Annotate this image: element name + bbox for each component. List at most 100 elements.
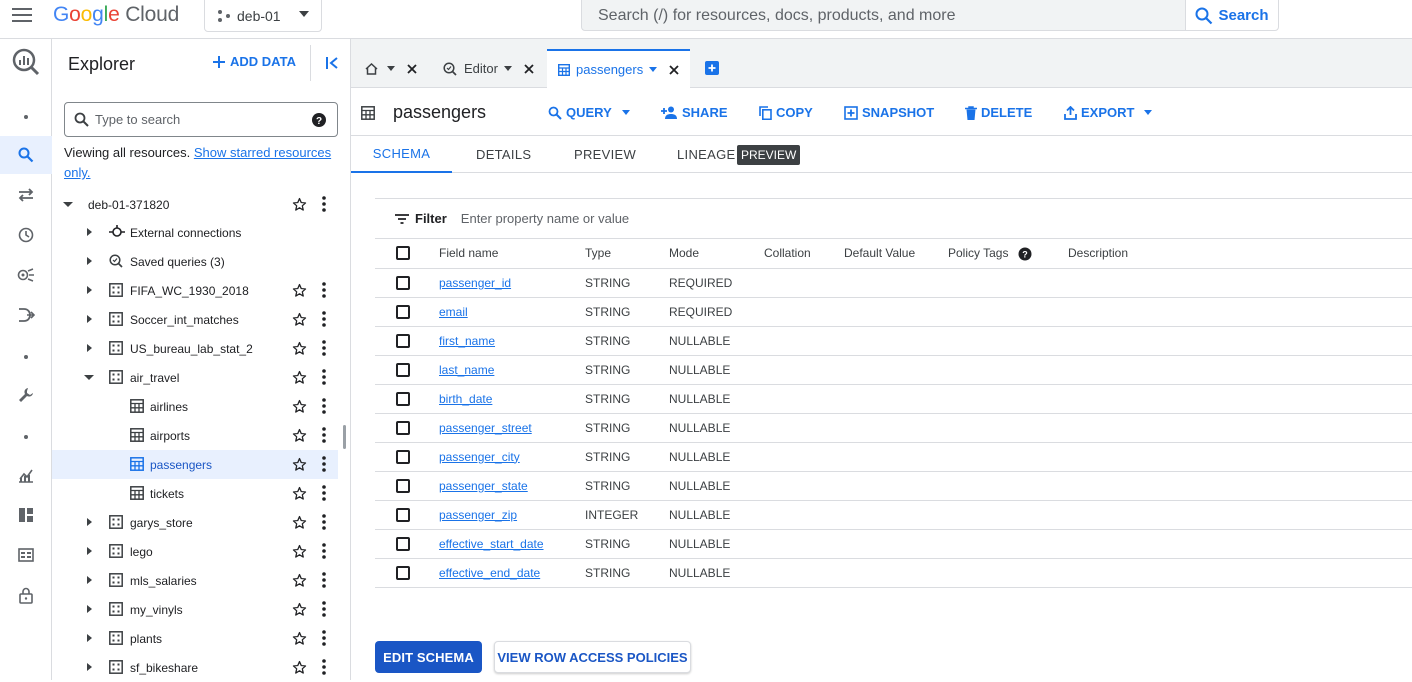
search-icon[interactable] (0, 136, 52, 174)
scheduled-queries-icon[interactable] (0, 216, 52, 254)
row-checkbox[interactable] (396, 507, 410, 522)
caret-right-icon[interactable] (82, 544, 96, 558)
tab-details[interactable]: DETAILS (476, 136, 531, 173)
tree-item-garys-store[interactable]: garys_store (52, 508, 338, 537)
collapse-panel-icon[interactable] (310, 45, 340, 81)
field-name-link[interactable]: birth_date (439, 392, 492, 406)
star-icon[interactable] (292, 486, 307, 501)
field-name-link[interactable]: passenger_zip (439, 508, 517, 522)
more-actions-icon[interactable] (322, 456, 326, 472)
tab-home[interactable] (351, 49, 431, 88)
filter-bar[interactable]: Filter Enter property name or value (375, 198, 1412, 239)
tree-item-air-travel[interactable]: air_travel (52, 363, 338, 392)
export-button[interactable]: EXPORT (1064, 105, 1153, 120)
star-icon[interactable] (292, 370, 307, 385)
field-name-link[interactable]: effective_end_date (439, 566, 540, 580)
column-header[interactable]: Mode (669, 239, 764, 269)
tree-item-external-connections[interactable]: External connections (52, 218, 338, 247)
tree-item-lego[interactable]: lego (52, 537, 338, 566)
help-icon[interactable]: ? (311, 112, 327, 128)
caret-down-icon[interactable] (82, 370, 96, 384)
tab-preview[interactable]: PREVIEW (574, 136, 636, 173)
column-header[interactable]: Collation (764, 239, 844, 269)
star-icon[interactable] (292, 283, 307, 298)
row-checkbox[interactable] (396, 449, 410, 464)
more-actions-icon[interactable] (322, 630, 326, 646)
more-actions-icon[interactable] (322, 369, 326, 385)
add-tab-icon[interactable] (705, 61, 719, 75)
star-icon[interactable] (292, 399, 307, 414)
close-icon[interactable] (524, 63, 534, 74)
monitoring-icon[interactable] (0, 456, 52, 494)
add-data-button[interactable]: ADD DATA (212, 54, 296, 69)
row-checkbox[interactable] (396, 565, 410, 580)
more-actions-icon[interactable] (322, 572, 326, 588)
dataform-icon[interactable] (0, 296, 52, 334)
field-name-link[interactable]: passenger_city (439, 450, 520, 464)
column-header[interactable]: Type (585, 239, 669, 269)
google-cloud-logo[interactable]: Google Cloud (53, 3, 179, 27)
row-checkbox[interactable] (396, 362, 410, 377)
view-row-access-policies-button[interactable]: VIEW ROW ACCESS POLICIES (494, 641, 691, 673)
dashboard-icon[interactable] (0, 496, 52, 534)
star-icon[interactable] (292, 341, 307, 356)
caret-right-icon[interactable] (82, 283, 96, 297)
tree-item-deb-01-371820[interactable]: deb-01-371820 (52, 190, 338, 218)
star-icon[interactable] (292, 631, 307, 646)
tree-item-us-bureau-lab-stat-2[interactable]: US_bureau_lab_stat_2 (52, 334, 338, 363)
table-view-icon[interactable] (0, 536, 52, 574)
chevron-down-icon[interactable] (649, 67, 658, 72)
analytics-hub-icon[interactable] (0, 256, 52, 294)
panel-resize-handle[interactable] (343, 425, 346, 449)
lock-icon[interactable] (0, 576, 52, 614)
tree-item-sf-bikeshare[interactable]: sf_bikeshare (52, 653, 338, 682)
caret-right-icon[interactable] (82, 515, 96, 529)
bigquery-logo-icon[interactable] (0, 43, 52, 81)
copy-button[interactable]: COPY (759, 105, 813, 120)
star-icon[interactable] (292, 457, 307, 472)
project-selector[interactable]: deb-01 (204, 0, 322, 32)
search-button[interactable]: Search (1185, 0, 1279, 31)
field-name-link[interactable]: passenger_street (439, 421, 532, 435)
tree-item-my-vinyls[interactable]: my_vinyls (52, 595, 338, 624)
caret-right-icon[interactable] (82, 660, 96, 674)
more-actions-icon[interactable] (322, 427, 326, 443)
star-icon[interactable] (292, 544, 307, 559)
star-icon[interactable] (292, 428, 307, 443)
field-name-link[interactable]: email (439, 305, 468, 319)
edit-schema-button[interactable]: EDIT SCHEMA (375, 641, 482, 673)
tree-item-soccer-int-matches[interactable]: Soccer_int_matches (52, 305, 338, 334)
star-icon[interactable] (292, 312, 307, 327)
caret-right-icon[interactable] (82, 225, 96, 239)
more-actions-icon[interactable] (322, 659, 326, 675)
caret-right-icon[interactable] (82, 341, 96, 355)
row-checkbox[interactable] (396, 478, 410, 493)
explorer-search-input[interactable]: Type to search ? (64, 102, 338, 137)
field-name-link[interactable]: passenger_state (439, 479, 528, 493)
help-icon[interactable]: ? (1018, 247, 1032, 261)
row-checkbox[interactable] (396, 333, 410, 348)
tree-item-fifa-wc-1930-2018[interactable]: FIFA_WC_1930_2018 (52, 276, 338, 305)
row-checkbox[interactable] (396, 536, 410, 551)
more-actions-icon[interactable] (322, 311, 326, 327)
snapshot-button[interactable]: SNAPSHOT (844, 105, 934, 120)
more-actions-icon[interactable] (322, 398, 326, 414)
tree-item-passengers[interactable]: passengers (52, 450, 338, 479)
tree-item-airports[interactable]: airports (52, 421, 338, 450)
more-actions-icon[interactable] (322, 196, 326, 212)
star-icon[interactable] (292, 602, 307, 617)
hamburger-menu-icon[interactable] (12, 6, 34, 24)
caret-right-icon[interactable] (82, 254, 96, 268)
transfers-icon[interactable] (0, 176, 52, 214)
more-actions-icon[interactable] (322, 340, 326, 356)
field-name-link[interactable]: passenger_id (439, 276, 511, 290)
more-actions-icon[interactable] (322, 543, 326, 559)
close-icon[interactable] (669, 64, 679, 75)
chevron-down-icon[interactable] (387, 66, 395, 71)
star-icon[interactable] (292, 573, 307, 588)
caret-down-icon[interactable] (61, 197, 75, 211)
share-button[interactable]: SHARE (661, 105, 728, 120)
chevron-down-icon[interactable] (503, 66, 512, 71)
column-header[interactable]: Description (1068, 239, 1412, 269)
tab-passengers[interactable]: passengers (547, 49, 690, 88)
